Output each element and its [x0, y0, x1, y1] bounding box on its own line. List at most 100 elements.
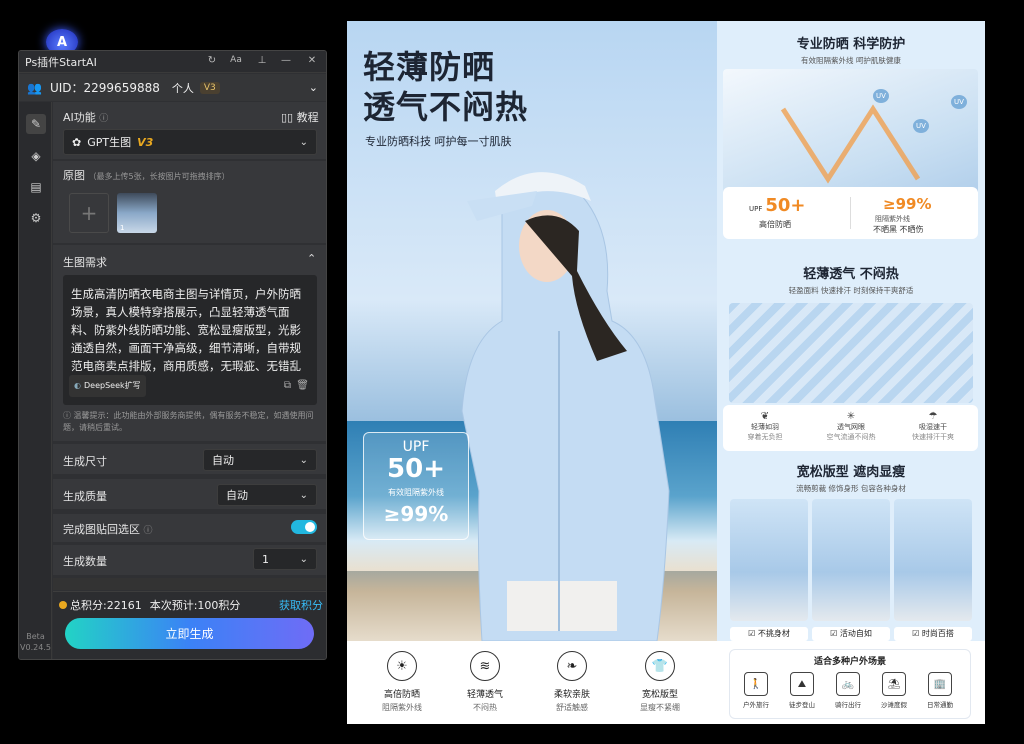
- uv-bubble: UV: [873, 89, 889, 103]
- r1-upf-value: 50+: [765, 195, 806, 216]
- tutorial-link[interactable]: ▯▯ 教程: [281, 109, 319, 125]
- feature-1: ☀ 高倍防晒 阻隔紫外线: [357, 651, 447, 713]
- settings-icon[interactable]: ⚙: [26, 208, 46, 228]
- divider: [850, 197, 851, 229]
- tshirt-icon: 👕: [645, 651, 675, 681]
- fabric-image: [729, 303, 973, 403]
- quality-label: 生成质量: [63, 490, 107, 503]
- size-label: 生成尺寸: [63, 455, 107, 468]
- source-label: 原图 （最多上传5张，长按图片可拖拽排序）: [63, 169, 230, 182]
- thumb-index: 1: [120, 224, 125, 232]
- add-image-button[interactable]: +: [69, 193, 109, 233]
- r1-percent-text1: 阻隔紫外线: [875, 215, 910, 223]
- scenes-title: 适合多种户外场景: [813, 657, 886, 667]
- trash-icon[interactable]: 🗑: [296, 377, 309, 395]
- feature-3: ❧ 柔软亲肤 舒适触感: [527, 651, 617, 713]
- model-name: GPT生图: [87, 136, 132, 149]
- layers-icon[interactable]: ◈: [26, 146, 46, 166]
- version-beta: Beta: [26, 632, 45, 641]
- title-bar: Ps插件StartAI ↻ Aa ⊥ — ✕: [19, 51, 326, 73]
- hero-subtitle: 专业防晒科技 呵护每一寸肌肤: [365, 135, 512, 148]
- detail-column: 专业防晒 科学防护 有效阻隔紫外线 呵护肌肤健康 UV UV UV UPF 50+…: [717, 21, 985, 641]
- deepseek-icon: ◐: [74, 381, 81, 390]
- model-icon: ✿: [72, 135, 82, 149]
- close-icon[interactable]: ✕: [305, 55, 319, 66]
- uv-bubble: UV: [913, 119, 929, 133]
- r1-percent-text2: 不晒黑 不晒伤: [873, 225, 924, 234]
- brush-icon[interactable]: ✎: [26, 114, 46, 134]
- upf-value: 50+: [387, 454, 445, 484]
- account-type: 个人: [171, 81, 194, 95]
- collapse-icon[interactable]: ⌄: [309, 81, 318, 94]
- hero-title-2: 透气不闷热: [363, 88, 529, 126]
- scene-4: ⛱ 沙滩度假: [874, 672, 914, 709]
- font-size-icon[interactable]: Aa: [229, 55, 243, 65]
- model-select[interactable]: ✿ GPT生图 V3 ⌄: [63, 129, 317, 155]
- account-badge: V3: [199, 81, 220, 94]
- hero-image: 轻薄防晒 透气不闷热 专业防晒科技 呵护每一寸肌肤 UPF 50+ 有效阻隔紫外…: [347, 21, 717, 641]
- deepseek-button[interactable]: ◐ DeepSeek扩写: [69, 375, 146, 397]
- coin-icon: [59, 601, 67, 609]
- refresh-icon[interactable]: ↻: [205, 55, 219, 66]
- leaf-icon: ❧: [557, 651, 587, 681]
- users-icon: 👥: [27, 80, 42, 95]
- section2-title: 轻薄透气 不闷热: [803, 267, 899, 282]
- r1-upf-label: UPF: [749, 205, 763, 213]
- pin-icon[interactable]: ⊥: [255, 55, 269, 66]
- count-select[interactable]: 1 ⌄: [253, 548, 317, 570]
- paste-back-toggle[interactable]: [291, 520, 317, 534]
- uid-text: UID：2299659888: [49, 81, 160, 95]
- paste-back-label: 完成图贴回选区 ⓘ: [63, 523, 153, 536]
- chevron-down-icon: ⌄: [299, 136, 308, 148]
- upf-label: UPF: [402, 439, 430, 455]
- generate-button[interactable]: 立即生成: [65, 618, 314, 649]
- fit-check-1: ☑ 不挑身材: [730, 627, 808, 641]
- user-bar: 👥 UID：2299659888 个人 V3 ⌄: [19, 74, 326, 101]
- book-icon: ▯▯: [281, 111, 294, 124]
- document-icon[interactable]: ▤: [26, 177, 46, 197]
- section2-subtitle: 轻盈面料 快速排汗 时刻保持干爽舒适: [788, 286, 914, 295]
- scene-2: ⛰ 徒步登山: [782, 672, 822, 709]
- ai-function-label: AI功能 ⓘ: [63, 111, 109, 124]
- get-points-link[interactable]: 获取积分: [279, 597, 323, 613]
- scene-5: 🏢 日常通勤: [920, 672, 960, 709]
- prompt-textarea[interactable]: 生成高清防晒衣电商主图与详情页，户外防晒场景，真人模特穿搭展示，凸显轻薄透气面料…: [63, 275, 317, 405]
- points-info: 总积分:22161 本次预计:100积分: [59, 597, 240, 613]
- quality-select[interactable]: 自动 ⌄: [217, 484, 317, 506]
- scenes-card: 适合多种户外场景 🚶 户外旅行 ⛰ 徒步登山 🚲 骑行出行 ⛱ 沙滩度假 🏢 日常通勤: [729, 649, 971, 719]
- sidebar: ✎ ◈ ▤ ⚙ Beta V0.24.5: [19, 102, 52, 659]
- count-label: 生成数量: [63, 555, 107, 568]
- mountain-icon: ⛰: [790, 672, 814, 696]
- chevron-up-icon[interactable]: ⌃: [307, 252, 316, 265]
- notice-text: ⓘ 温馨提示：此功能由外部服务商提供，偶有服务不稳定，如遇使用问题，请稍后重试。: [63, 411, 314, 432]
- info-icon: ⓘ: [63, 411, 71, 420]
- building-icon: 🏢: [928, 672, 952, 696]
- product-poster: 轻薄防晒 透气不闷热 专业防晒科技 呵护每一寸肌肤 UPF 50+ 有效阻隔紫外…: [347, 21, 985, 724]
- mesh-icon: ✳: [846, 411, 856, 422]
- history-icon[interactable]: ⧉: [284, 377, 291, 395]
- source-hint: （最多上传5张，长按图片可拖拽排序）: [88, 172, 230, 181]
- fit-check-2: ☑ 活动自如: [812, 627, 890, 641]
- hero-title-1: 轻薄防晒: [363, 48, 496, 86]
- feature-strip: ☀ 高倍防晒 阻隔紫外线 ≋ 轻薄透气 不闷热 ❧ 柔软亲肤 舒适触感 👕 宽松版型 显瘦不紧绷…: [347, 641, 985, 724]
- version-number: V0.24.5: [20, 643, 51, 652]
- beach-icon: ⛱: [882, 672, 906, 696]
- fit-check-3: ☑ 时尚百搭: [894, 627, 972, 641]
- upf-stats-card: UPF 50+ 高倍防晒 ≥99% 阻隔紫外线 不晒黑 不晒伤: [723, 187, 978, 239]
- r1-percent: ≥99%: [883, 195, 932, 213]
- source-thumbnail[interactable]: 1: [117, 193, 157, 233]
- airflow-icon: ≋: [470, 651, 500, 681]
- feature-4: 👕 宽松版型 显瘦不紧绷: [615, 651, 705, 713]
- bike-icon: 🚲: [836, 672, 860, 696]
- prompt-text: 生成高清防晒衣电商主图与详情页，户外防晒场景，真人模特穿搭展示，凸显轻薄透气面料…: [71, 287, 301, 373]
- uv-bubble: UV: [951, 95, 967, 109]
- minimize-icon[interactable]: —: [279, 55, 293, 66]
- version-info: Beta V0.24.5: [19, 631, 52, 653]
- upf-badge: UPF 50+ 有效阻隔紫外线 ≥99%: [363, 432, 469, 540]
- model-photo-2: [812, 499, 890, 621]
- scroll-peek-row: [53, 578, 326, 590]
- section3-subtitle: 流畅剪裁 修饰身形 包容各种身材: [796, 484, 906, 493]
- size-select[interactable]: 自动 ⌄: [203, 449, 317, 471]
- plugin-panel: Ps插件StartAI ↻ Aa ⊥ — ✕ 👥 UID：2299659888 …: [18, 50, 327, 660]
- feature-2: ≋ 轻薄透气 不闷热: [440, 651, 530, 713]
